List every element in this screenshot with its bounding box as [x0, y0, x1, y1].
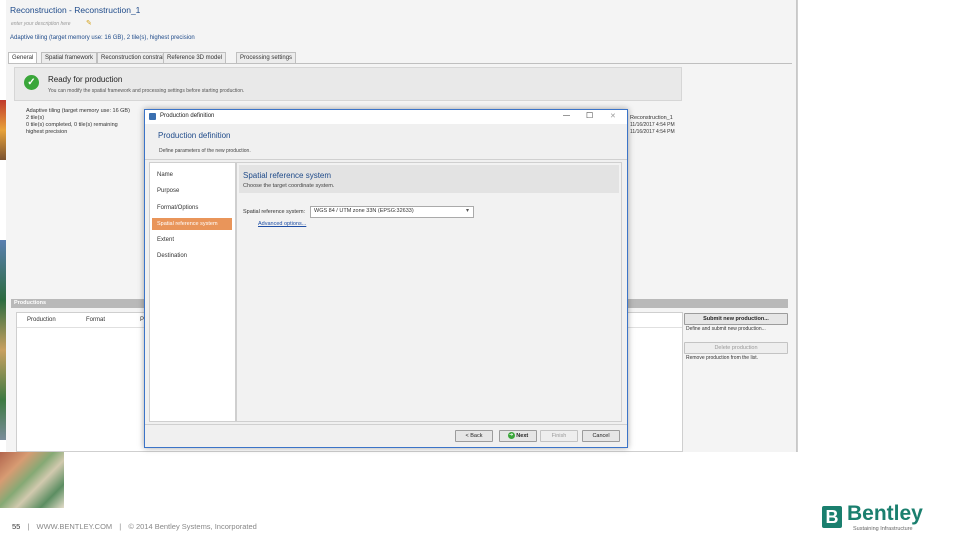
check-circle-icon: ✓ — [24, 75, 39, 90]
window-title: Reconstruction - Reconstruction_1 — [10, 5, 141, 15]
info-line: highest precision — [26, 129, 68, 135]
finish-button-label: Finish — [551, 433, 567, 439]
advanced-options-link[interactable]: Advanced options... — [258, 221, 306, 227]
footer-separator: | — [119, 522, 122, 531]
bentley-b-icon: B — [822, 506, 842, 528]
tab-content-border — [8, 63, 792, 64]
productions-header-label: Productions — [14, 300, 47, 306]
header-divider — [145, 159, 627, 160]
srs-select-value: WGS 84 / UTM zone 33N (EPSG:32633) — [314, 208, 414, 214]
nav-item-label: Spatial reference system — [157, 221, 218, 227]
city-model-thumbnail — [0, 452, 64, 508]
submit-button-label: Submit new production... — [703, 316, 769, 322]
tab-reference-3d-model[interactable]: Reference 3D model — [163, 52, 227, 63]
page-number: 55 — [12, 522, 21, 531]
footer-site: WWW.BENTLEY.COM — [36, 522, 113, 531]
info-line: 2 tile(s) — [26, 115, 45, 121]
delete-button-label: Delete production — [714, 345, 758, 351]
finish-button[interactable]: Finish — [540, 430, 578, 442]
info-line: Adaptive tiling (target memory use: 16 G… — [26, 108, 130, 114]
cancel-button[interactable]: Cancel — [582, 430, 620, 442]
dialog-heading: Production definition — [158, 131, 231, 140]
cancel-button-label: Cancel — [592, 433, 610, 439]
footer-divider — [145, 424, 627, 425]
next-button[interactable]: ➜ Next — [499, 430, 537, 442]
app-icon — [149, 113, 156, 120]
bentley-logo: B Bentley Sustaining Infrastructure — [820, 502, 948, 535]
slide-footer: 55 | WWW.BENTLEY.COM | © 2014 Bentley Sy… — [12, 522, 257, 531]
logo-wordmark: Bentley — [847, 502, 923, 525]
window-edge — [797, 0, 798, 452]
nav-item-extent[interactable]: Extent — [157, 237, 174, 243]
next-button-label: Next — [516, 433, 529, 439]
pencil-icon[interactable]: ✎ — [86, 19, 92, 27]
srs-label: Spatial reference system: — [243, 209, 306, 215]
nav-item-spatial-reference-system[interactable]: Spatial reference system — [152, 218, 232, 230]
column-header-production[interactable]: Production — [27, 317, 56, 323]
section-title: Spatial reference system — [243, 171, 332, 180]
nav-item-name[interactable]: Name — [157, 172, 173, 178]
submit-description: Define and submit new production... — [686, 326, 766, 332]
back-button[interactable]: < Back — [455, 430, 493, 442]
maximize-icon[interactable]: ☐ — [586, 111, 593, 120]
status-banner: ✓ Ready for production You can modify th… — [14, 67, 682, 101]
dialog-window-title: Production definition — [160, 113, 215, 119]
dialog-subheading: Define parameters of the new production. — [159, 148, 251, 154]
logo-tagline: Sustaining Infrastructure — [853, 526, 913, 532]
submit-new-production-button[interactable]: Submit new production... — [684, 313, 788, 325]
back-button-label: < Back — [465, 433, 483, 439]
column-header-format[interactable]: Format — [86, 317, 105, 323]
section-subtitle: Choose the target coordinate system. — [243, 183, 335, 189]
tab-processing-settings[interactable]: Processing settings — [236, 52, 297, 63]
tab-spatial-framework[interactable]: Spatial framework — [41, 52, 98, 63]
minimize-icon[interactable]: — — [563, 112, 570, 119]
delete-description: Remove production from the list. — [686, 355, 758, 361]
srs-select[interactable]: WGS 84 / UTM zone 33N (EPSG:32633) ▾ — [310, 206, 474, 218]
step-content: Spatial reference system Choose the targ… — [236, 162, 622, 422]
footer-copyright: © 2014 Bentley Systems, Incorporated — [128, 522, 257, 531]
status-title: Ready for production — [48, 75, 123, 84]
reconstruction-summary: Adaptive tiling (target memory use: 16 G… — [10, 35, 195, 41]
status-subtitle: You can modify the spatial framework and… — [48, 88, 245, 94]
dialog-titlebar[interactable]: Production definition — ☐ ✕ — [145, 110, 627, 124]
description-field[interactable]: enter your description here — [11, 21, 70, 27]
nav-item-destination[interactable]: Destination — [157, 253, 187, 259]
arrow-right-icon: ➜ — [507, 432, 515, 440]
chevron-down-icon: ▾ — [466, 208, 470, 214]
info-line: 0 tile(s) completed, 0 tile(s) remaining — [26, 122, 118, 128]
right-info-line: 11/16/2017 4:54 PM — [630, 122, 675, 128]
right-info-line: 11/16/2017 4:54 PM — [630, 129, 675, 135]
right-info-line: Reconstruction_1 — [630, 115, 673, 121]
nav-item-purpose[interactable]: Purpose — [157, 188, 179, 194]
nav-item-format-options[interactable]: Format/Options — [157, 205, 198, 211]
close-icon[interactable]: ✕ — [610, 112, 616, 120]
production-definition-dialog: Production definition — ☐ ✕ Production d… — [144, 109, 628, 448]
footer-separator: | — [27, 522, 30, 531]
step-navigation: Name Purpose Format/Options Spatial refe… — [149, 162, 236, 422]
delete-production-button[interactable]: Delete production — [684, 342, 788, 354]
